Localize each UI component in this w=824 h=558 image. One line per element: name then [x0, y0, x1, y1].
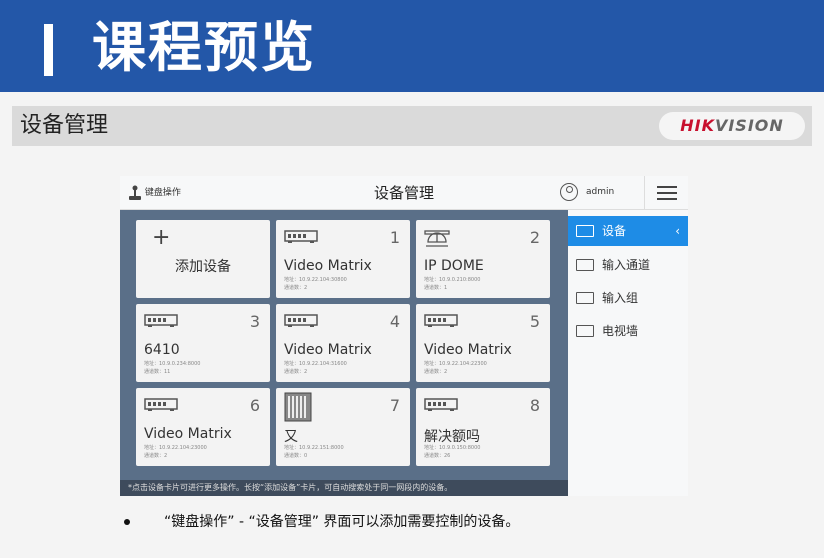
menu-icon [657, 186, 677, 188]
tv-wall-icon [576, 325, 594, 337]
device-grid: + 添加设备 1 Video Matrix 地址：10.9.22.104:308… [120, 210, 568, 480]
device-card[interactable]: 3 6410 地址：10.9.0.234:8000 通道数：11 [136, 304, 270, 382]
device-card[interactable]: 5 Video Matrix 地址：10.9.22.104:22300 通道数：… [416, 304, 550, 382]
add-device-card[interactable]: + 添加设备 [136, 220, 270, 298]
hikvision-logo: HIKVISION [659, 112, 805, 140]
folder-icon [576, 292, 594, 304]
bullet-point: “键盘操作” - “设备管理” 界面可以添加需要控制的设备。 [124, 512, 519, 532]
rack-device-icon [284, 392, 312, 422]
sidebar-item-tv-wall[interactable]: 电视墙 [568, 316, 688, 346]
matrix-device-icon [144, 314, 178, 327]
device-card[interactable]: 4 Video Matrix 地址：10.9.22.104:31600 通道数：… [276, 304, 410, 382]
matrix-device-icon [284, 230, 318, 243]
device-icon [576, 225, 594, 237]
user-name: admin [586, 187, 615, 197]
plus-icon: + [152, 225, 171, 250]
app-header: 键盘操作 设备管理 admin [120, 176, 688, 210]
camera-icon [576, 259, 594, 271]
matrix-device-icon [424, 314, 458, 327]
device-card[interactable]: 6 Video Matrix 地址：10.9.22.104:23000 通道数：… [136, 388, 270, 466]
sidebar: 设备 ‹ 输入通道 输入组 电视墙 [568, 210, 688, 496]
sidebar-item-input-groups[interactable]: 输入组 [568, 283, 688, 313]
sidebar-item-input-channels[interactable]: 输入通道 [568, 250, 688, 280]
dome-camera-icon [424, 230, 450, 247]
user-icon [560, 182, 578, 201]
bullet-dot-icon [124, 519, 130, 525]
chevron-left-icon: ‹ [675, 224, 680, 238]
matrix-device-icon [284, 314, 318, 327]
device-card[interactable]: 1 Video Matrix 地址：10.9.22.104:30800 通道数：… [276, 220, 410, 298]
add-device-label: 添加设备 [175, 259, 231, 275]
matrix-device-icon [144, 398, 178, 411]
banner-title: 课程预览 [92, 16, 316, 79]
banner-bar [44, 24, 53, 76]
device-card[interactable]: 7 又 地址：10.9.22.151:8000 通道数：0 [276, 388, 410, 466]
app-window: 键盘操作 设备管理 admin + 添加设备 1 Video Matrix 地址… [120, 176, 688, 496]
device-card[interactable]: 2 IP DOME 地址：10.9.0.210:8000 通道数：1 [416, 220, 550, 298]
sidebar-item-devices[interactable]: 设备 ‹ [568, 216, 688, 246]
matrix-device-icon [424, 398, 458, 411]
device-card[interactable]: 8 解决额吗 地址：10.9.0.150:8000 通道数：26 [416, 388, 550, 466]
menu-button[interactable] [644, 176, 688, 210]
header-banner: 课程预览 [0, 0, 824, 92]
user-account[interactable]: admin [560, 182, 614, 202]
bullet-text: “键盘操作” - “设备管理” 界面可以添加需要控制的设备。 [164, 514, 520, 530]
section-label: 设备管理 [20, 113, 109, 138]
section-header: 设备管理 HIKVISION [12, 106, 812, 146]
hint-note: *点击设备卡片可进行更多操作。长按“添加设备”卡片，可自动搜索处于同一网段内的设… [120, 480, 568, 496]
